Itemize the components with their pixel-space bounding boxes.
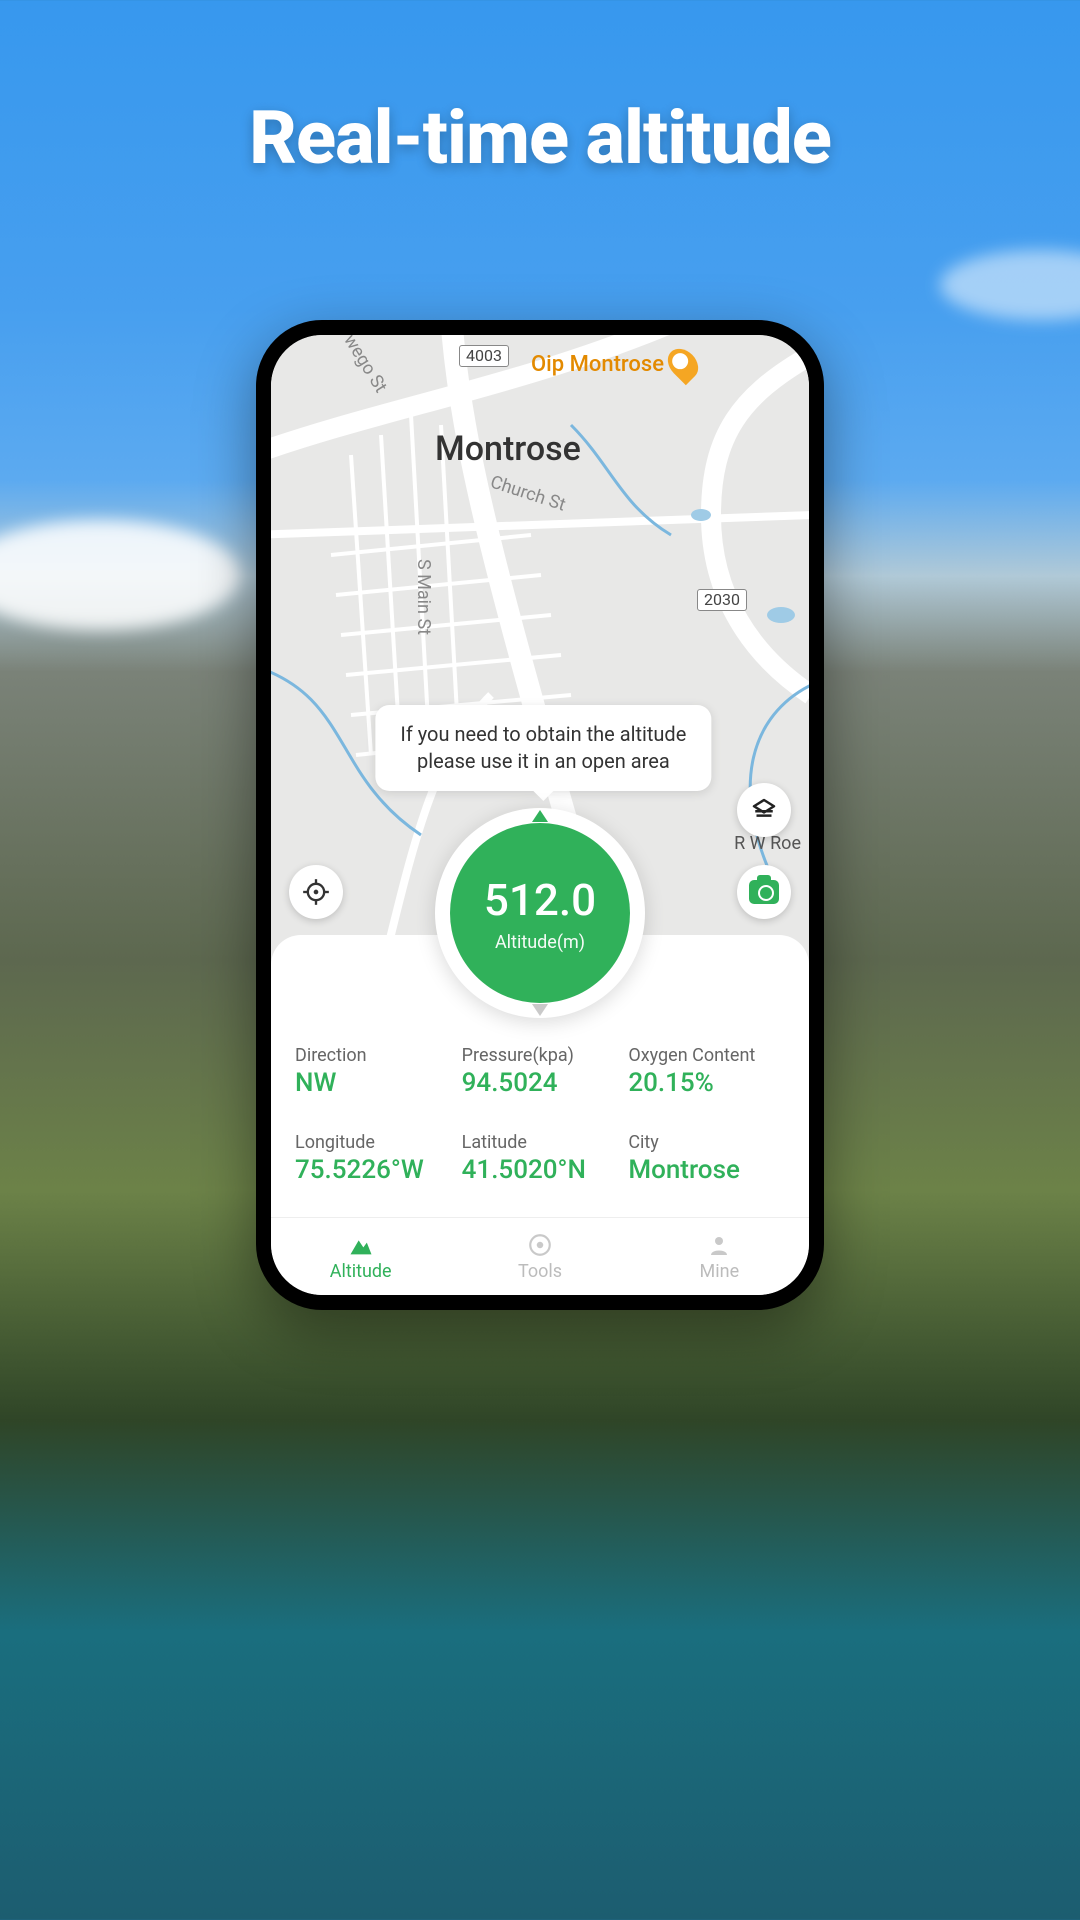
road-label-2030: 2030 [697, 589, 747, 611]
city-label: Montrose [435, 429, 581, 469]
stat-city: City Montrose [628, 1132, 785, 1185]
stat-value: 94.5024 [462, 1068, 619, 1098]
poi-name: Oip Montrose [531, 352, 664, 377]
stats-grid: Direction NW Pressure(kpa) 94.5024 Oxyge… [295, 1045, 785, 1185]
stat-value: 20.15% [628, 1068, 785, 1098]
stat-latitude: Latitude 41.5020°N [462, 1132, 619, 1185]
phone-screen: wego St 4003 Oip Montrose Montrose Churc… [271, 335, 809, 1295]
crosshair-icon [302, 878, 330, 906]
stat-oxygen: Oxygen Content 20.15% [628, 1045, 785, 1098]
hint-tooltip: If you need to obtain the altitude pleas… [375, 705, 711, 791]
poi-label[interactable]: Oip Montrose [531, 347, 696, 381]
altitude-value: 512.0 [484, 874, 596, 926]
stat-label: Pressure(kpa) [462, 1045, 619, 1066]
stat-label: Oxygen Content [628, 1045, 785, 1066]
stat-value: Montrose [628, 1155, 785, 1185]
stat-label: Latitude [462, 1132, 619, 1153]
stat-label: Longitude [295, 1132, 452, 1153]
stat-value: 75.5226°W [295, 1155, 452, 1185]
tick-bottom-icon [532, 1004, 548, 1016]
phone-frame: wego St 4003 Oip Montrose Montrose Churc… [256, 320, 824, 1310]
tooltip-line: If you need to obtain the altitude [397, 721, 689, 748]
layers-icon [749, 795, 779, 825]
nav-label: Tools [518, 1261, 562, 1282]
stat-label: City [628, 1132, 785, 1153]
altitude-label: Altitude(m) [495, 932, 585, 953]
nav-altitude[interactable]: Altitude [271, 1218, 450, 1295]
stat-direction: Direction NW [295, 1045, 452, 1098]
street-label: S Main St [413, 559, 434, 635]
tooltip-line: please use it in an open area [397, 748, 689, 775]
stat-value: 41.5020°N [462, 1155, 619, 1185]
camera-button[interactable] [737, 865, 791, 919]
layers-button[interactable] [737, 783, 791, 837]
bottom-nav: Altitude Tools Mine [271, 1217, 809, 1295]
camera-icon [749, 880, 779, 904]
tick-top-icon [532, 810, 548, 822]
locate-button[interactable] [289, 865, 343, 919]
stat-pressure: Pressure(kpa) 94.5024 [462, 1045, 619, 1098]
stat-longitude: Longitude 75.5226°W [295, 1132, 452, 1185]
stat-label: Direction [295, 1045, 452, 1066]
promo-headline: Real-time altitude [0, 95, 1080, 182]
nav-tools[interactable]: Tools [450, 1218, 629, 1295]
road-label-4003: 4003 [459, 345, 509, 367]
nav-label: Mine [700, 1261, 740, 1282]
altitude-circle: 512.0 Altitude(m) [450, 823, 630, 1003]
nav-label: Altitude [330, 1261, 392, 1282]
nav-mine[interactable]: Mine [630, 1218, 809, 1295]
tools-icon [526, 1231, 554, 1259]
mountain-icon [347, 1231, 375, 1259]
person-icon [705, 1231, 733, 1259]
stat-value: NW [295, 1068, 452, 1098]
altitude-badge[interactable]: 512.0 Altitude(m) [435, 808, 645, 1018]
cloud-decoration [0, 520, 240, 630]
cloud-decoration [940, 250, 1080, 320]
